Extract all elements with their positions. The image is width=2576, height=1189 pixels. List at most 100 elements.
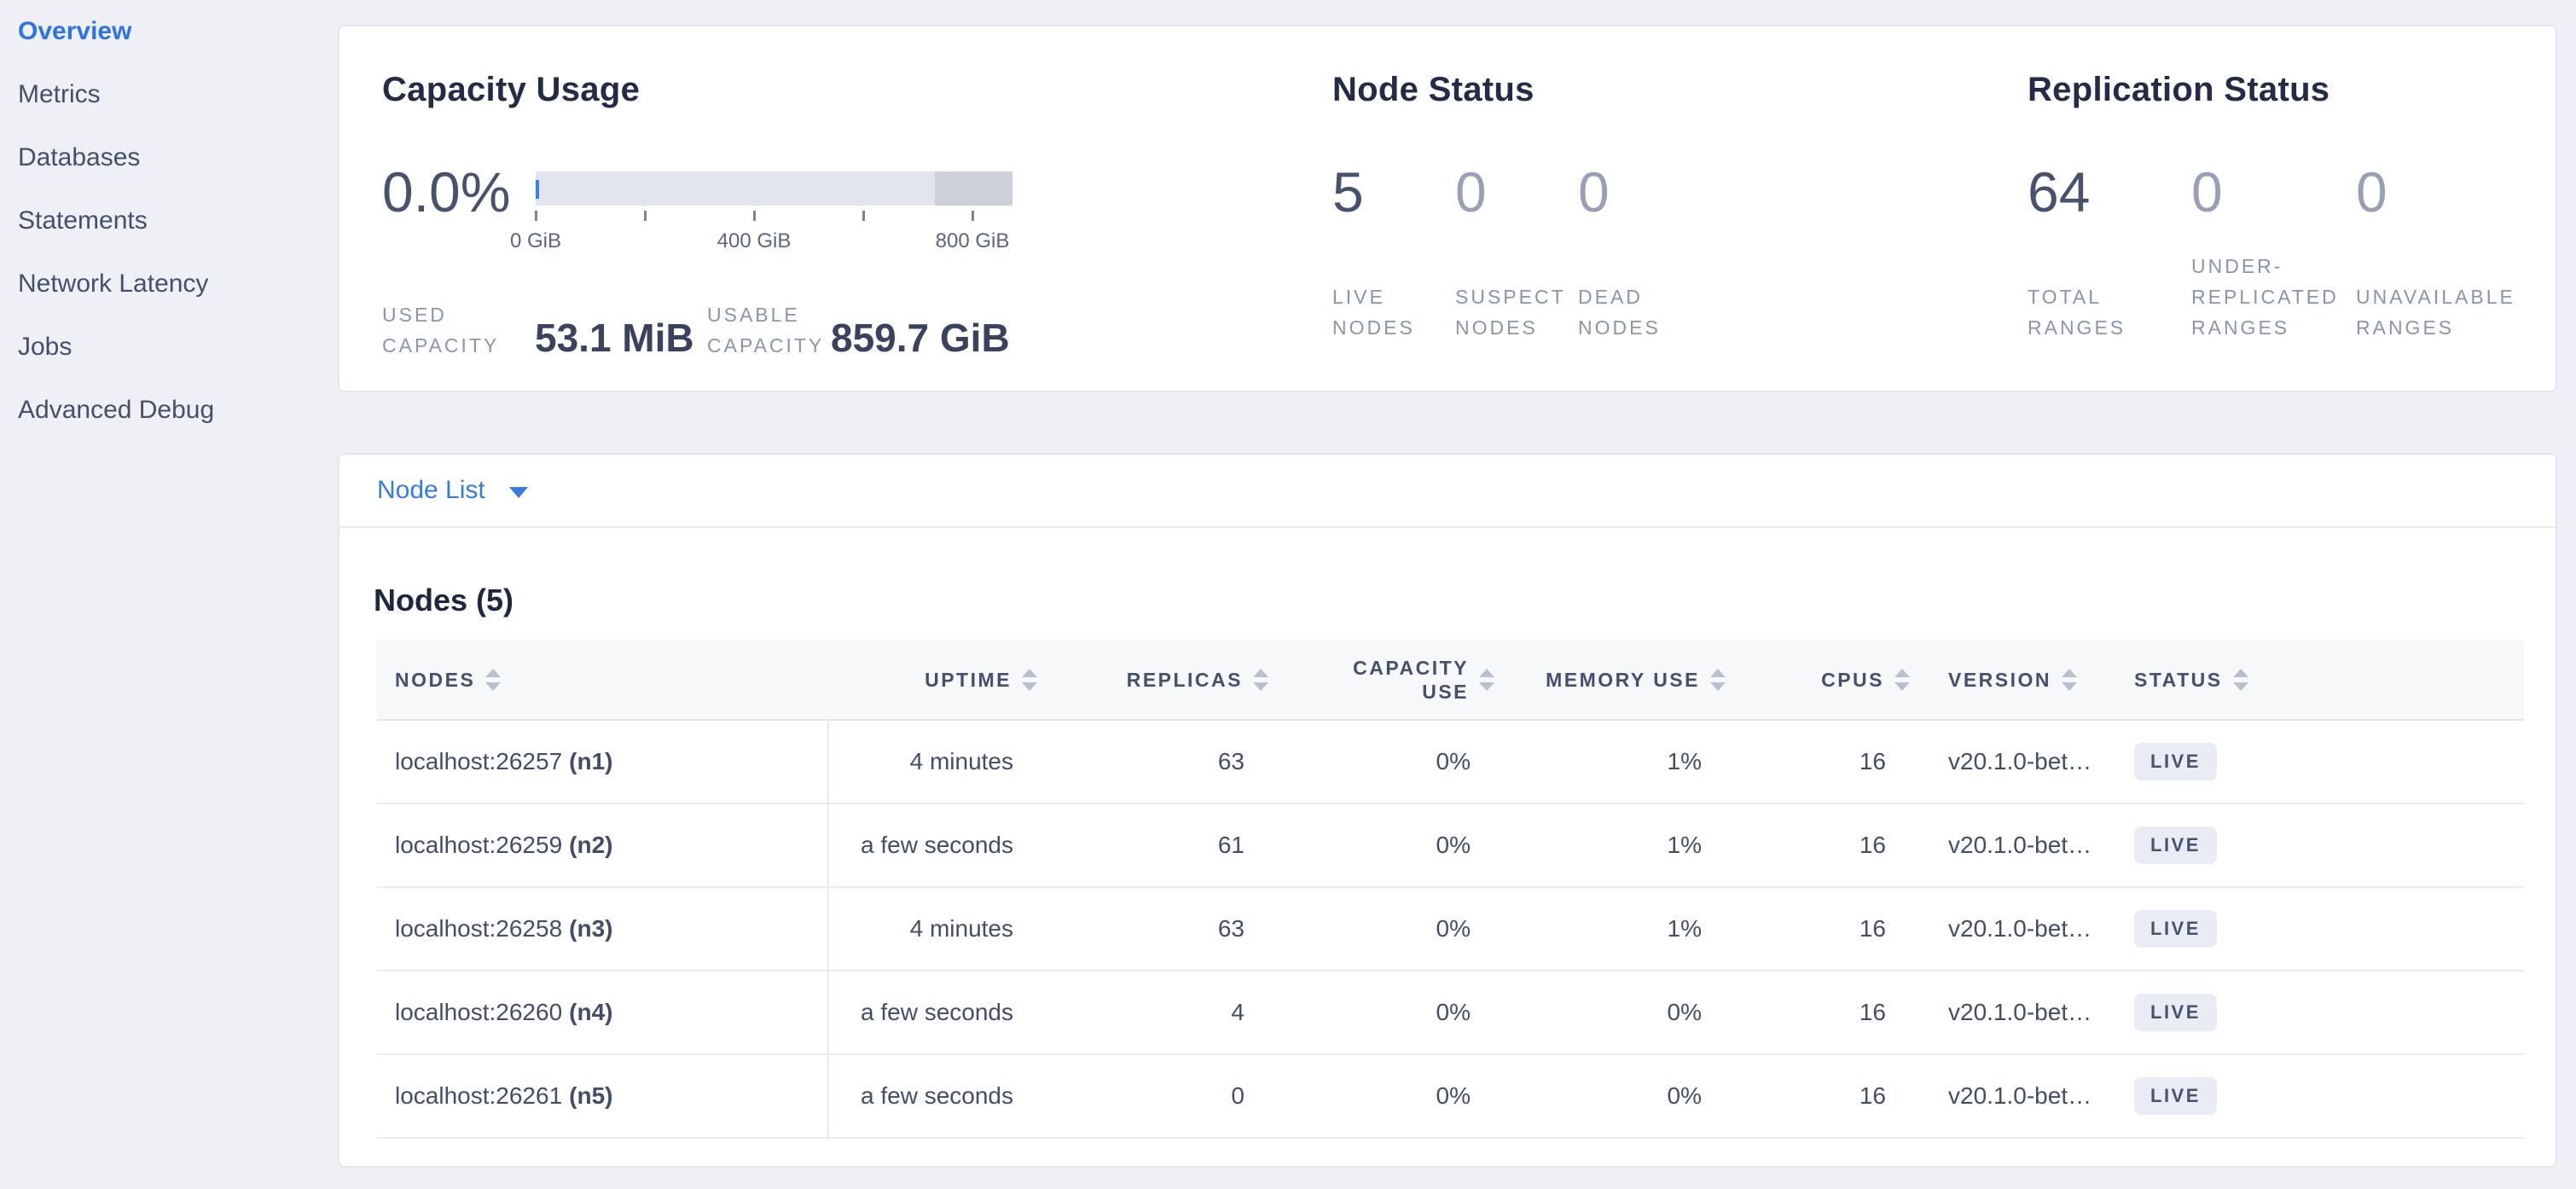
sidebar-item-statements[interactable]: Statements xyxy=(18,189,338,252)
node-list-card: Node List Nodes (5) NODES UPTIME xyxy=(338,453,2557,1168)
sort-icon xyxy=(1251,669,1270,691)
memory-use-cell: 1% xyxy=(1496,748,1727,775)
gauge-tick xyxy=(972,211,974,221)
sort-icon xyxy=(1709,669,1727,691)
usable-capacity-value: 859.7 GiB xyxy=(831,315,1010,361)
capacity-use-cell: 0% xyxy=(1270,1082,1496,1110)
replicas-cell: 4 xyxy=(1039,999,1270,1026)
status-badge: LIVE xyxy=(2134,826,2217,864)
node-id: (n4) xyxy=(569,999,612,1026)
capacity-gauge-used-segment xyxy=(536,180,539,199)
under-replicated-label: UNDER- REPLICATED RANGES xyxy=(2191,251,2339,343)
cluster-summary-card: Capacity Usage 0.0% 0 GiB 400 GiB 800 Gi… xyxy=(338,25,2557,392)
sidebar-item-overview[interactable]: Overview xyxy=(18,0,338,63)
column-header-replicas[interactable]: REPLICAS xyxy=(1039,669,1270,692)
replicas-cell: 63 xyxy=(1039,915,1270,942)
column-header-uptime[interactable]: UPTIME xyxy=(829,669,1039,692)
capacity-use-cell: 0% xyxy=(1270,999,1496,1026)
uptime-cell: a few seconds xyxy=(829,1082,1039,1110)
column-header-label: REPLICAS xyxy=(1127,669,1243,692)
sort-icon xyxy=(484,669,502,691)
used-capacity-label: USED CAPACITY xyxy=(382,299,499,361)
memory-use-cell: 0% xyxy=(1496,1082,1727,1110)
memory-use-cell: 1% xyxy=(1496,915,1727,942)
under-replicated-count: 0 xyxy=(2191,160,2223,224)
capacity-use-cell: 0% xyxy=(1270,915,1496,942)
node-list-dropdown-label: Node List xyxy=(377,476,485,505)
capacity-usage-percent: 0.0% xyxy=(382,160,510,224)
sidebar-item-databases[interactable]: Databases xyxy=(18,126,338,189)
chevron-down-icon xyxy=(509,487,528,498)
node-address[interactable]: localhost:26257 xyxy=(395,748,562,775)
memory-use-cell: 0% xyxy=(1496,999,1727,1026)
version-cell: v20.1.0-bet… xyxy=(1912,915,2119,942)
column-header-cpus[interactable]: CPUS xyxy=(1727,669,1912,692)
sidebar-item-metrics[interactable]: Metrics xyxy=(18,63,338,126)
column-header-label: STATUS xyxy=(2134,669,2223,692)
status-badge: LIVE xyxy=(2134,743,2217,780)
live-nodes-count: 5 xyxy=(1332,160,1364,224)
node-id: (n2) xyxy=(569,832,612,859)
capacity-gauge-other-segment xyxy=(935,171,1012,206)
capacity-use-cell: 0% xyxy=(1270,832,1496,859)
table-row-n2[interactable]: localhost:26259(n2) a few seconds 61 0% … xyxy=(377,804,2524,888)
sort-icon xyxy=(1893,669,1912,691)
capacity-use-cell: 0% xyxy=(1270,748,1496,775)
node-address[interactable]: localhost:26258 xyxy=(395,915,562,942)
suspect-nodes-count: 0 xyxy=(1455,160,1487,224)
version-cell: v20.1.0-bet… xyxy=(1912,1082,2119,1110)
unavailable-ranges-label: UNAVAILABLE RANGES xyxy=(2356,281,2515,343)
version-cell: v20.1.0-bet… xyxy=(1912,999,2119,1026)
sort-icon xyxy=(1477,669,1496,691)
uptime-cell: a few seconds xyxy=(829,832,1039,859)
gauge-axis-label-0: 0 GiB xyxy=(467,229,604,253)
gauge-tick xyxy=(535,211,537,221)
cpus-cell: 16 xyxy=(1727,999,1912,1026)
column-header-nodes[interactable]: NODES xyxy=(377,669,829,692)
column-header-label: VERSION xyxy=(1948,669,2051,692)
cpus-cell: 16 xyxy=(1727,915,1912,942)
node-id: (n3) xyxy=(569,915,612,942)
sidebar-item-jobs[interactable]: Jobs xyxy=(18,316,338,379)
total-ranges-count: 64 xyxy=(2028,160,2090,224)
status-badge: LIVE xyxy=(2134,1077,2217,1115)
dead-nodes-count: 0 xyxy=(1578,160,1610,224)
table-row-n3[interactable]: localhost:26258 (n3) 4 minutes 63 0% 1% 1… xyxy=(377,888,2524,972)
column-header-memory-use[interactable]: MEMORY USE xyxy=(1496,669,1727,692)
replicas-cell: 0 xyxy=(1039,1082,1270,1110)
live-nodes-label: LIVE NODES xyxy=(1332,281,1415,343)
column-header-label: MEMORY USE xyxy=(1546,669,1700,692)
column-header-label: NODES xyxy=(395,669,475,692)
column-header-version[interactable]: VERSION xyxy=(1912,669,2119,692)
node-address[interactable]: localhost:26261 xyxy=(395,1082,562,1110)
column-header-capacity-use[interactable]: CAPACITY USE xyxy=(1270,656,1496,704)
node-address[interactable]: localhost:26259 xyxy=(395,832,562,859)
gauge-axis-label-400: 400 GiB xyxy=(686,229,822,253)
table-row-n4[interactable]: localhost:26260(n4) a few seconds 4 0% 0… xyxy=(377,972,2524,1055)
gauge-tick xyxy=(862,211,865,221)
nodes-heading: Nodes (5) xyxy=(374,583,2556,618)
sidebar-item-network-latency[interactable]: Network Latency xyxy=(18,252,338,316)
version-cell: v20.1.0-bet… xyxy=(1912,832,2119,859)
gauge-tick xyxy=(644,211,647,221)
column-header-status[interactable]: STATUS xyxy=(2119,669,2524,692)
capacity-gauge xyxy=(536,171,1012,206)
used-capacity-value: 53.1 MiB xyxy=(535,315,694,361)
table-row-n1[interactable]: localhost:26257(n1) 4 minutes 63 0% 1% 1… xyxy=(377,721,2524,804)
replicas-cell: 63 xyxy=(1039,748,1270,775)
cpus-cell: 16 xyxy=(1727,832,1912,859)
node-id: (n1) xyxy=(569,748,612,775)
status-badge: LIVE xyxy=(2134,994,2217,1031)
node-id: (n5) xyxy=(569,1082,612,1110)
sidebar: Overview Metrics Databases Statements Ne… xyxy=(0,0,338,1189)
node-list-dropdown[interactable]: Node List xyxy=(339,455,2556,528)
node-status-title: Node Status xyxy=(1332,71,1535,109)
node-address[interactable]: localhost:26260 xyxy=(395,999,562,1026)
sidebar-item-advanced-debug[interactable]: Advanced Debug xyxy=(18,379,338,442)
nodes-table-header: NODES UPTIME REPLICAS CAPACITY USE xyxy=(377,641,2524,721)
memory-use-cell: 1% xyxy=(1496,832,1727,859)
table-row-n5[interactable]: localhost:26261(n5) a few seconds 0 0% 0… xyxy=(377,1055,2524,1139)
uptime-cell: 4 minutes xyxy=(829,915,1039,942)
nodes-table: NODES UPTIME REPLICAS CAPACITY USE xyxy=(377,641,2524,1139)
dead-nodes-label: DEAD NODES xyxy=(1578,281,1661,343)
